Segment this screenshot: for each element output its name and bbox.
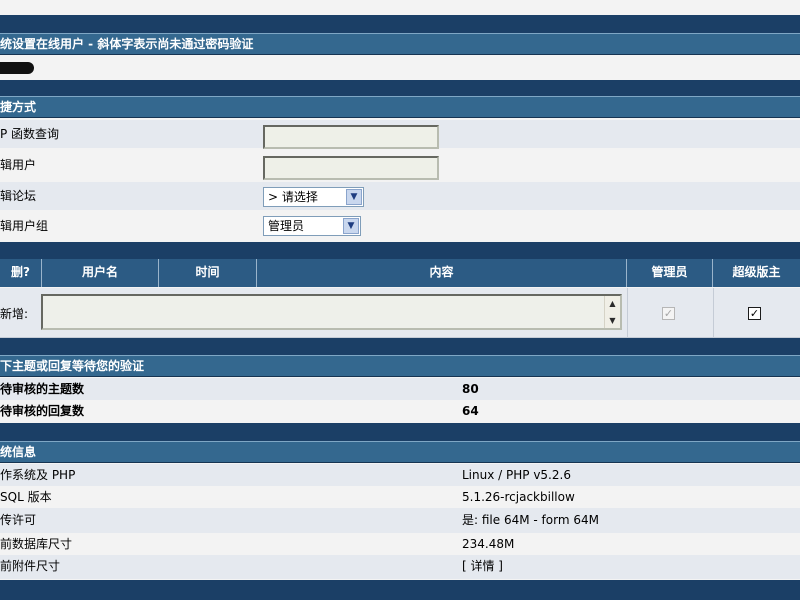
shortcuts-title: 捷方式	[0, 100, 37, 114]
col-content: 内容	[257, 259, 627, 287]
online-users-title: 统设置在线用户 - 斜体字表示尚未通过密码验证	[0, 37, 254, 51]
online-users-header: 统设置在线用户 - 斜体字表示尚未通过密码验证	[0, 33, 800, 55]
edit-user-label: 辑用户	[0, 158, 37, 172]
upload-permission-label: 传许可	[0, 513, 37, 527]
system-info-row: 传许可 是: file 64M - form 64M	[0, 508, 800, 533]
scroll-down-icon[interactable]: ▼	[605, 313, 620, 328]
moderation-title: 下主题或回复等待您的验证	[0, 359, 145, 373]
group-select[interactable]: 管理员 ▼	[263, 216, 361, 236]
col-admin: 管理员	[627, 259, 713, 287]
bottom-band	[0, 580, 800, 600]
group-select-value: 管理员	[268, 219, 305, 233]
check-icon: ✓	[663, 307, 674, 320]
mysql-version-label: SQL 版本	[0, 490, 52, 504]
os-php-label: 作系统及 PHP	[0, 468, 76, 482]
scroll-up-icon[interactable]: ▲	[605, 296, 620, 311]
col-time: 时间	[159, 259, 257, 287]
pending-topics-value: 80	[462, 382, 479, 396]
system-info-row: 作系统及 PHP Linux / PHP v5.2.6	[0, 464, 800, 486]
edit-group-label: 辑用户组	[0, 219, 49, 233]
attachment-details-link[interactable]: [ 详情 ]	[462, 555, 503, 577]
shortcut-row-forum: 辑论坛	[0, 182, 800, 210]
chevron-down-icon[interactable]: ▼	[346, 189, 362, 205]
supermod-cell-divider	[713, 288, 714, 338]
pending-replies-label: 待审核的回复数	[0, 404, 85, 418]
forum-select-value: > 请选择	[268, 190, 318, 204]
pending-topics-label: 待审核的主题数	[0, 382, 85, 396]
moderation-row: 待审核的主题数 80	[0, 378, 800, 400]
system-info-header: 统信息	[0, 441, 800, 463]
php-function-input[interactable]	[263, 125, 439, 149]
os-php-value: Linux / PHP v5.2.6	[462, 468, 571, 482]
edit-forum-label: 辑论坛	[0, 189, 37, 203]
section-band-1	[0, 80, 800, 96]
edit-user-input[interactable]	[263, 156, 439, 180]
top-band	[0, 15, 800, 33]
chevron-down-icon[interactable]: ▼	[343, 218, 359, 234]
textarea-scrollbar[interactable]: ▲ ▼	[604, 296, 620, 328]
col-username: 用户名	[42, 259, 159, 287]
system-info-row: 前数据库尺寸 234.48M	[0, 533, 800, 555]
note-content-textarea[interactable]: ▲ ▼	[41, 294, 622, 330]
admin-cell-divider	[627, 288, 628, 338]
system-info-row: SQL 版本 5.1.26-rcjackbillow	[0, 486, 800, 508]
forum-select[interactable]: > 请选择 ▼	[263, 187, 364, 207]
attachment-size-label: 前附件尺寸	[0, 559, 61, 573]
system-info-title: 统信息	[0, 445, 37, 459]
db-size-label: 前数据库尺寸	[0, 537, 73, 551]
admin-checkbox[interactable]: ✓	[662, 307, 675, 320]
check-icon: ✓	[749, 307, 760, 320]
section-band-4	[0, 423, 800, 441]
moderation-header: 下主题或回复等待您的验证	[0, 355, 800, 377]
upload-permission-value: 是: file 64M - form 64M	[462, 513, 599, 527]
db-size-value: 234.48M	[462, 537, 515, 551]
col-supermod: 超级版主	[713, 259, 800, 287]
system-info-row: 前附件尺寸 [ 详情 ]	[0, 555, 800, 579]
online-user-link[interactable]	[0, 62, 34, 74]
shortcuts-header: 捷方式	[0, 96, 800, 118]
mysql-version-value: 5.1.26-rcjackbillow	[462, 490, 575, 504]
supermod-checkbox[interactable]: ✓	[748, 307, 761, 320]
add-label: 新增:	[0, 307, 29, 321]
col-delete: 删?	[0, 259, 42, 287]
php-function-label: P 函数查询	[0, 127, 60, 141]
shortcut-row-group: 辑用户组	[0, 212, 800, 240]
moderation-row: 待审核的回复数 64	[0, 400, 800, 422]
section-band-2	[0, 242, 800, 259]
section-band-3	[0, 338, 800, 355]
pending-replies-value: 64	[462, 404, 479, 418]
